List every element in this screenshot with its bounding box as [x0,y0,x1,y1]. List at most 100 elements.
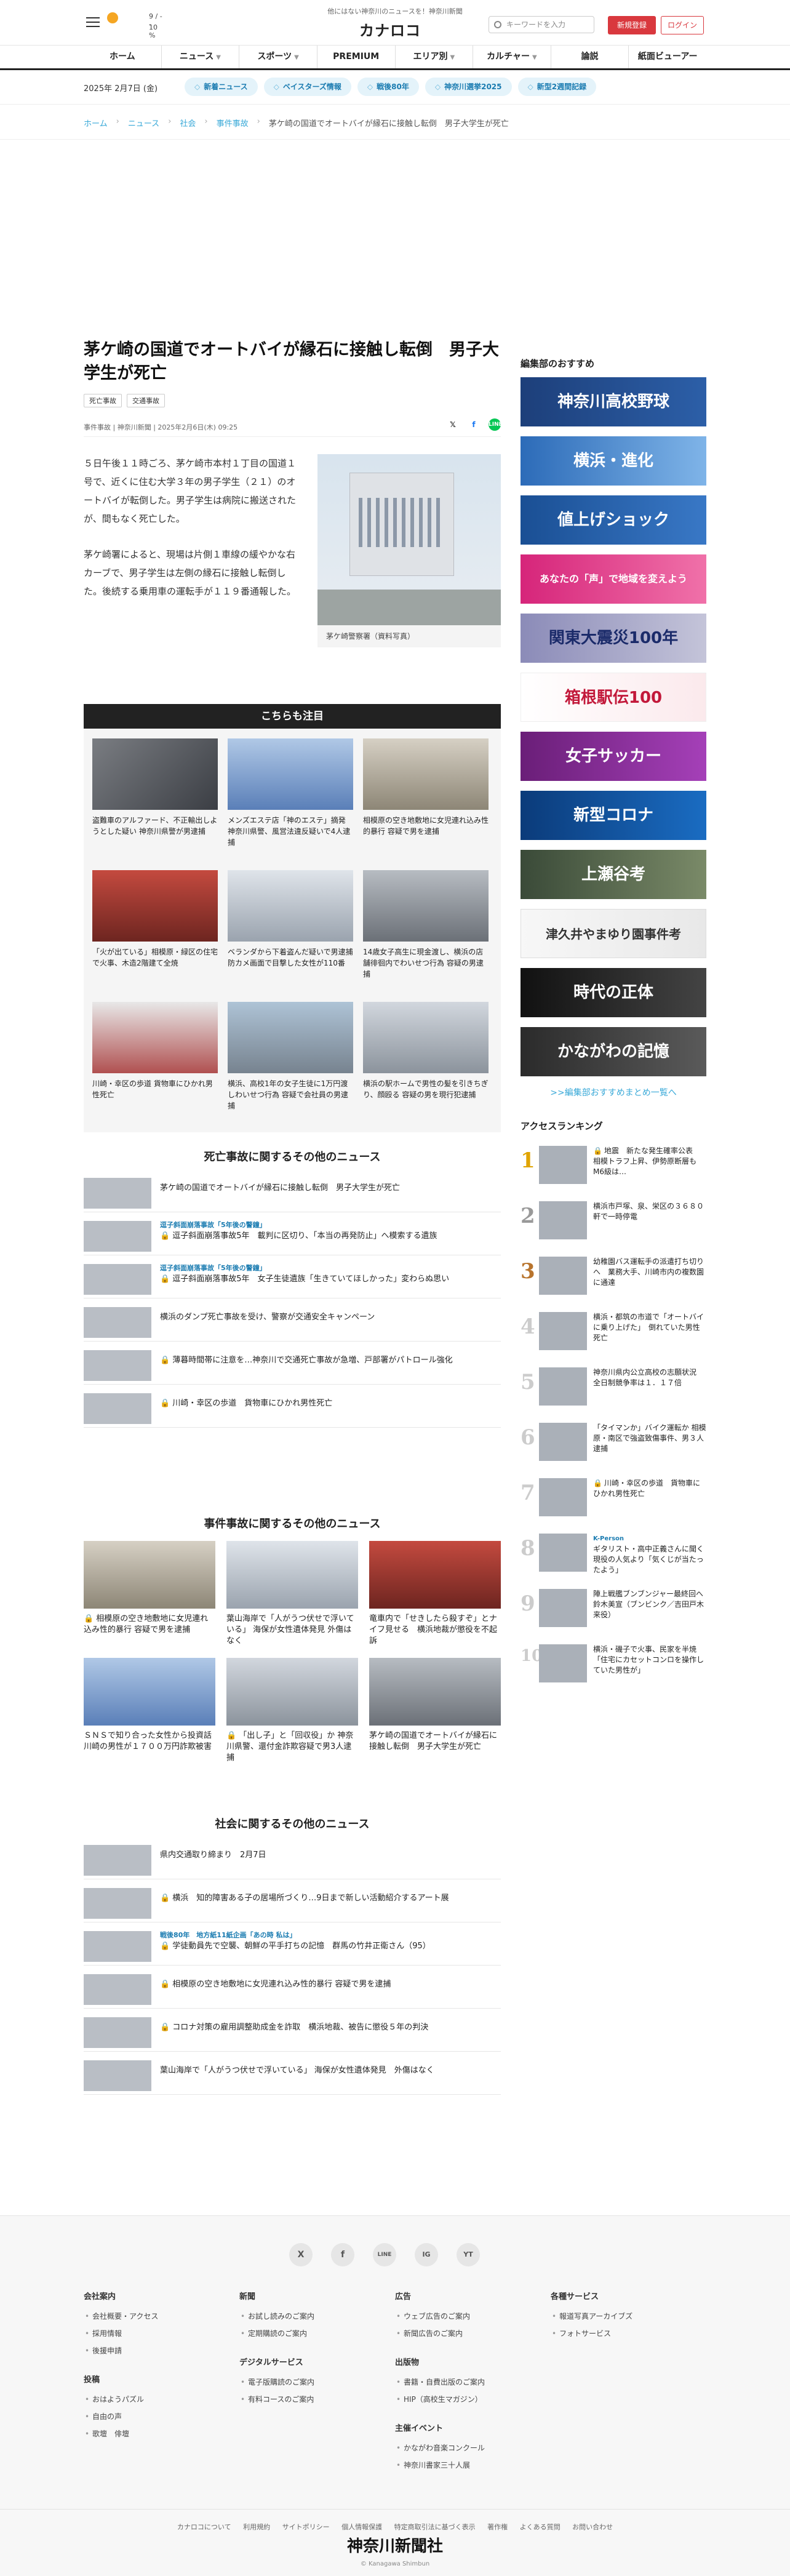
ranking-item[interactable]: 6 「タイマンか」バイク運転か 相模原・南区で強盗致傷事件、男３人逮捕 [521,1417,706,1472]
attention-card[interactable]: 相模原の空き地敷地に女児連れ込み性的暴行 容疑で男を逮捕 [363,738,489,858]
menu-icon[interactable] [86,17,100,27]
ranking-item[interactable]: 2 横浜市戸塚、泉、栄区の３６８０軒で一時停電 [521,1195,706,1250]
news-card[interactable]: 竜車内で「せきしたら殺すぞ」とナイフ見せる 横浜地裁が懲役を不起訴 [369,1541,501,1647]
news-card[interactable]: 🔒 「出し子」と「回収役」か 神奈川県警、還付金詐欺容疑で男3人逮捕 [226,1658,358,1764]
banner-link[interactable]: 上瀬谷考 [521,850,706,899]
banner-link[interactable]: 関東大震災100年 [521,614,706,663]
list-item[interactable]: 逗子斜面崩落事故「5年後の警鐘」 🔒 逗子斜面崩落事故5年 載判に区切り、「本当の再… [84,1212,501,1255]
breadcrumb-home[interactable]: ホーム [84,117,108,129]
list-item[interactable]: 戦後80年 地方紙11紙企画「あの時 私は」 🔒 学徒動員先で空襲、朝鮮の平手打ちの… [84,1922,501,1966]
footer-link[interactable]: 有料コースのご案内 [239,2391,395,2408]
news-card[interactable]: 茅ケ崎の国道でオートバイが縁石に接触し転倒 男子大学生が死亡 [369,1658,501,1764]
footer-bottom-link[interactable]: お問い合わせ [572,2523,613,2531]
list-item[interactable]: 葉山海岸で「人がうつ伏せで浮いている」 海保が女性遺体発見 外傷はなく [84,2052,501,2095]
footer-link[interactable]: 採用情報 [84,2325,239,2342]
attention-card[interactable]: 横浜、高校1年の女子生徒に1万円渡しわいせつ行為 容疑で会社員の男逮捕 [228,1002,353,1121]
footer-link[interactable]: 電子版購読のご案内 [239,2374,395,2391]
trend-tag[interactable]: ◇ ベイスターズ情報 [263,78,351,96]
nav-item-sports[interactable]: スポーツ ▼ [239,46,317,68]
list-item[interactable]: 🔒 川崎・幸区の歩道 貨物車にひかれ男性死亡 [84,1385,501,1428]
list-item[interactable]: 🔒 コロナ対策の雇用調整助成金を詐取 横浜地裁、被告に懲役５年の判決 [84,2009,501,2052]
search-input[interactable]: キーワードを入力 [489,16,594,33]
x-share-icon[interactable]: 𝕏 [447,418,459,431]
footer-link[interactable]: 報道写真アーカイブズ [551,2308,706,2325]
list-item[interactable]: 🔒 相模原の空き地敷地に女児連れ込み性的暴行 容疑で男を逮捕 [84,1966,501,2009]
breadcrumb-incident[interactable]: 事件事故 [217,117,249,129]
footer-bottom-link[interactable]: カナロコについて [177,2523,231,2531]
footer-bottom-link[interactable]: 利用規約 [243,2523,270,2531]
footer-link[interactable]: かながわ音楽コンクール [395,2439,551,2457]
banner-link[interactable]: 神奈川高校野球 [521,377,706,426]
footer-bottom-link[interactable]: 特定商取引法に基づく表示 [394,2523,476,2531]
banner-link[interactable]: 女子サッカー [521,732,706,781]
nav-item-editorial[interactable]: 論説 [551,46,629,68]
list-item[interactable]: 🔒 薄暮時間帯に注意を…神奈川で交通死亡事故が急増、戸部署がパトロール強化 [84,1342,501,1385]
facebook-share-icon[interactable]: f [468,418,480,431]
attention-card[interactable]: 盗難車のアルファード、不正輸出しようとした疑い 神奈川県警が男逮捕 [92,738,218,858]
attention-card[interactable]: 川崎・幸区の歩道 貨物車にひかれ男性死亡 [92,1002,218,1121]
list-item[interactable]: 逗子斜面崩落事故「5年後の警鐘」 🔒 逗子斜面崩落事故5年 女子生徒遺族「生きていて… [84,1255,501,1298]
footer-link[interactable]: HIP（高校生マガジン） [395,2391,551,2408]
banner-link[interactable]: あなたの「声」で地域を変えよう [521,554,706,604]
banner-link[interactable]: 横浜・進化 [521,436,706,486]
footer-link[interactable]: ウェブ広告のご案内 [395,2308,551,2325]
footer-link[interactable]: 後援申請 [84,2342,239,2359]
attention-card[interactable]: ベランダから下着盗んだ疑いで男逮捕 防カメ画面で目撃した女性が110番 [228,870,353,990]
list-item[interactable]: 横浜のダンプ死亡事故を受け、警察が交通安全キャンペーン [84,1298,501,1342]
breadcrumb-news[interactable]: ニュース [128,117,159,129]
facebook-icon[interactable]: f [331,2243,354,2266]
list-item[interactable]: 🔒 横浜 知的障害ある子の居場所づくり…9日まで新しい活動紹介するアート展 [84,1879,501,1922]
footer-bottom-link[interactable]: 個人情報保護 [341,2523,382,2531]
banner-link[interactable]: 箱根駅伝100 [521,673,706,722]
ranking-item[interactable]: 4 横浜・都筑の市道で「オートバイに乗り上げた」 倒れていた男性死亡 [521,1306,706,1361]
banner-link[interactable]: 新型コロナ [521,791,706,840]
nav-item-viewer[interactable]: 紙面ビューアー [629,46,706,68]
banner-link[interactable]: かながわの記憶 [521,1027,706,1076]
attention-card[interactable]: 横浜の駅ホームで男性の髪を引きちぎり、顔殴る 容疑の男を現行犯逮捕 [363,1002,489,1121]
ranking-item[interactable]: 9 陣上戦艦ブンブンジャー最終回へ 鈴木美宣（ブンビンク／吉田戸木来役） [521,1583,711,1638]
footer-link[interactable]: 自由の声 [84,2408,239,2425]
nav-item-home[interactable]: ホーム [84,46,162,68]
register-button[interactable]: 新規登録 [608,16,656,34]
trend-tag[interactable]: ◇ 新型2週間記録 [517,78,597,96]
news-card[interactable]: 🔒 相模原の空き地敷地に女児連れ込み性的暴行 容疑で男を逮捕 [84,1541,215,1647]
line-share-icon[interactable]: LINE [489,418,503,431]
nav-item-premium[interactable]: PREMIUM [317,46,396,68]
instagram-icon[interactable]: IG [415,2243,438,2266]
footer-bottom-link[interactable]: 著作権 [487,2523,508,2531]
nav-item-news[interactable]: ニュース ▼ [162,46,240,68]
news-card[interactable]: ＳＮＳで知り合った女性から投資話 川崎の男性が１７００万円詐欺被害 [84,1658,220,1764]
footer-bottom-link[interactable]: よくある質問 [520,2523,561,2531]
footer-bottom-link[interactable]: サイトポリシー [282,2523,330,2531]
attention-card[interactable]: メンズエステ店「神のエステ」摘発 神奈川県警、風営法違反疑いで4人逮捕 [228,738,353,858]
recommend-more-link[interactable]: >>編集部おすすめまとめ一覧へ [521,1086,706,1098]
line-icon[interactable]: LINE [373,2243,396,2266]
footer-link[interactable]: 会社概要・アクセス [84,2308,239,2325]
youtube-icon[interactable]: YT [457,2243,480,2266]
ranking-item[interactable]: 7 🔒 川崎・幸区の歩道 貨物車にひかれ男性死亡 [521,1472,706,1527]
article-tag[interactable]: 死亡事故 [84,394,122,407]
banner-link[interactable]: 値上げショック [521,495,706,545]
nav-item-area[interactable]: エリア別 ▼ [396,46,474,68]
ranking-item[interactable]: 1 🔒 地震 新たな発生確率公表 相模トラフ上昇、伊勢原断層も M6級は… [521,1140,706,1195]
article-photo[interactable] [317,454,501,625]
article-tag[interactable]: 交通事故 [127,394,165,407]
site-logo[interactable]: カナロコ [359,18,431,39]
footer-link[interactable]: 歌壇 俳壇 [84,2425,239,2442]
news-card[interactable]: 葉山海岸で「人がうつ伏せで浮いている」 海保が女性遺体発見 外傷はなく [226,1541,358,1647]
footer-link[interactable]: 書籍・自費出版のご案内 [395,2374,551,2391]
list-item[interactable]: 茅ケ崎の国道でオートバイが縁石に接触し転倒 男子大学生が死亡 [84,1169,501,1212]
x-icon[interactable]: X [289,2243,313,2266]
banner-link[interactable]: 時代の正体 [521,968,706,1017]
login-button[interactable]: ログイン [661,16,704,34]
nav-item-culture[interactable]: カルチャー ▼ [473,46,551,68]
list-item[interactable]: 県内交通取り締まり 2月7日 [84,1836,501,1879]
attention-card[interactable]: 14歳女子高生に現金渡し、横浜の店舗徘徊内でわいせつ行為 容疑の男逮捕 [363,870,489,990]
banner-link[interactable]: 津久井やまゆり園事件考 [521,909,706,958]
footer-link[interactable]: 神奈川書家三十人展 [395,2457,551,2474]
footer-link[interactable]: 定期購読のご案内 [239,2325,395,2342]
footer-link[interactable]: おはようパズル [84,2391,239,2408]
ranking-item[interactable]: 10 横浜・磯子で火事、民家を半焼「住宅にカセットコンロを操作していた男性が」 [521,1638,706,1694]
ranking-item[interactable]: 8 K-Person ギタリスト・高中正義さんに聞く 現役の人気より「気くじが当たっ… [521,1527,711,1583]
ranking-item[interactable]: 5 神奈川県内公立高校の志願状況 全日制競争率は１．１７倍 [521,1361,706,1417]
